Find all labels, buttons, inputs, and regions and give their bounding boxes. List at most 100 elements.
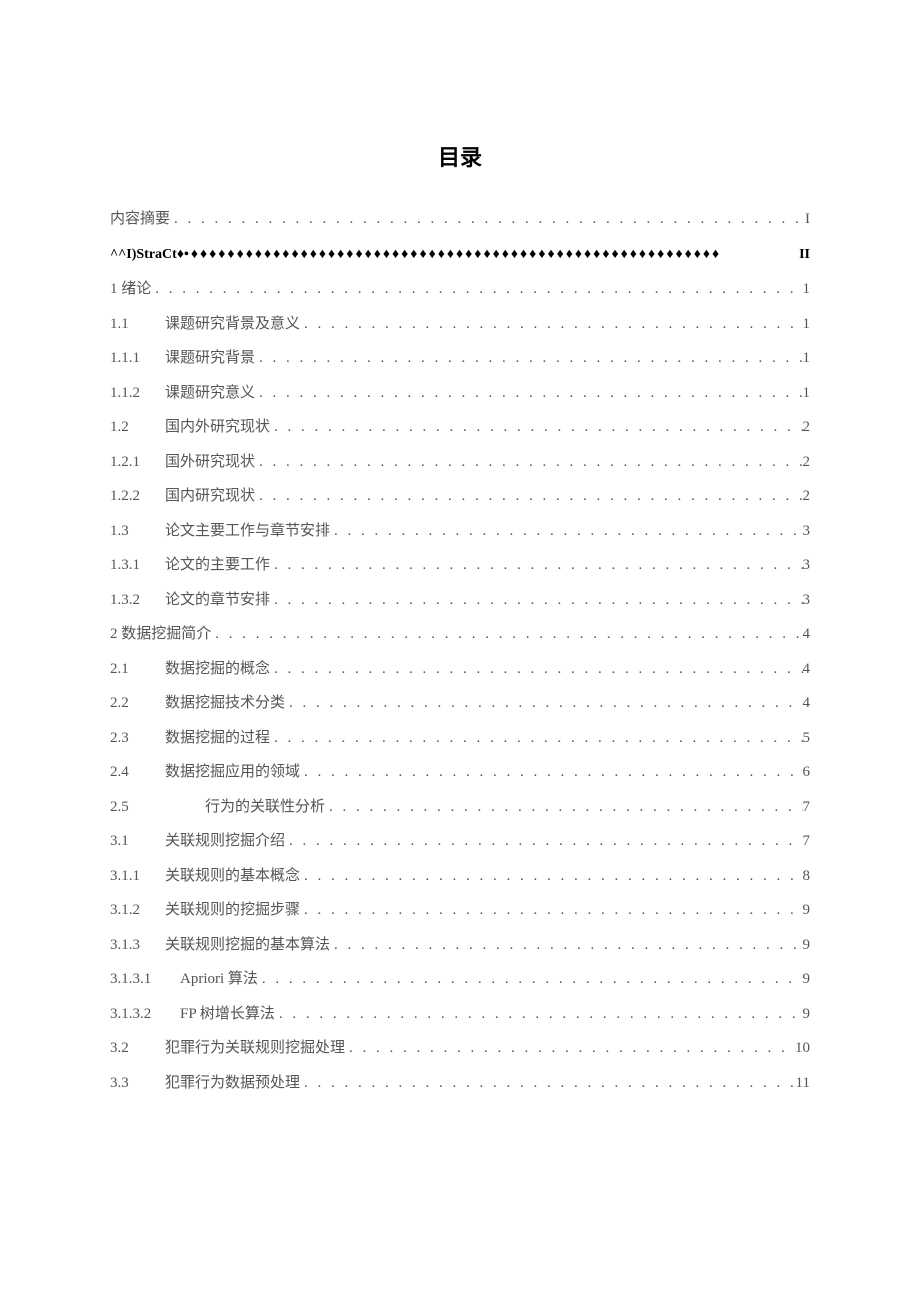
toc-entry-number: 3.3 <box>110 1076 165 1091</box>
toc-page-number: 7 <box>803 834 811 849</box>
toc-entry-label: 国外研究现状 <box>165 455 255 470</box>
toc-page-number: 4 <box>803 696 811 711</box>
toc-page-number: 9 <box>803 972 811 987</box>
toc-entry-number: 1.2 <box>110 420 165 435</box>
toc-entry: 1.1课题研究背景及意义. . . . . . . . . . . . . . … <box>110 317 810 332</box>
toc-page-number: 6 <box>803 765 811 780</box>
toc-entry-label: 行为的关联性分析 <box>165 800 325 815</box>
toc-leader: . . . . . . . . . . . . . . . . . . . . … <box>300 317 802 332</box>
toc-entry-label: 犯罪行为数据预处理 <box>165 1076 300 1091</box>
toc-title: 目录 <box>110 140 810 172</box>
toc-entry-label: 论文的章节安排 <box>165 593 270 608</box>
toc-entry: 3.1.2关联规则的挖掘步骤. . . . . . . . . . . . . … <box>110 903 810 918</box>
toc-entry-label: 数据挖掘应用的领域 <box>165 765 300 780</box>
toc-leader: . . . . . . . . . . . . . . . . . . . . … <box>255 351 802 366</box>
toc-leader: . . . . . . . . . . . . . . . . . . . . … <box>285 834 802 849</box>
toc-entry: 1.1.1课题研究背景. . . . . . . . . . . . . . .… <box>110 351 810 366</box>
toc-entry-number: 2.4 <box>110 765 165 780</box>
toc-entry-label: 课题研究背景 <box>165 351 255 366</box>
toc-page-number: 3 <box>803 524 811 539</box>
toc-leader: . . . . . . . . . . . . . . . . . . . . … <box>255 386 802 401</box>
toc-entry-number: 3.1.3 <box>110 938 165 953</box>
toc-entry-label: 论文的主要工作 <box>165 558 270 573</box>
toc-leader: . . . . . . . . . . . . . . . . . . . . … <box>345 1041 795 1056</box>
toc-leader: . . . . . . . . . . . . . . . . . . . . … <box>300 869 802 884</box>
toc-leader: . . . . . . . . . . . . . . . . . . . . … <box>255 455 802 470</box>
toc-entry: 1.3论文主要工作与章节安排. . . . . . . . . . . . . … <box>110 524 810 539</box>
toc-entry: 2.5行为的关联性分析. . . . . . . . . . . . . . .… <box>110 800 810 815</box>
toc-entry-number: 3.1.1 <box>110 869 165 884</box>
toc-entry-number: 1.2.2 <box>110 489 165 504</box>
toc-entry: 1 绪论. . . . . . . . . . . . . . . . . . … <box>110 282 810 297</box>
toc-page-number: I <box>805 212 810 227</box>
toc-entry: 2.4数据挖掘应用的领域. . . . . . . . . . . . . . … <box>110 765 810 780</box>
toc-leader: . . . . . . . . . . . . . . . . . . . . … <box>300 765 802 780</box>
toc-page-number: 11 <box>796 1076 810 1091</box>
toc-entry: 3.1.3关联规则挖掘的基本算法. . . . . . . . . . . . … <box>110 938 810 953</box>
toc-entry-label: 关联规则挖掘介绍 <box>165 834 285 849</box>
toc-leader: . . . . . . . . . . . . . . . . . . . . … <box>270 593 802 608</box>
toc-leader: . . . . . . . . . . . . . . . . . . . . … <box>170 212 805 227</box>
toc-leader: . . . . . . . . . . . . . . . . . . . . … <box>270 420 802 435</box>
toc-leader: . . . . . . . . . . . . . . . . . . . . … <box>300 1076 796 1091</box>
toc-entry-label: 关联规则的基本概念 <box>165 869 300 884</box>
toc-entry: 2.2数据挖掘技术分类. . . . . . . . . . . . . . .… <box>110 696 810 711</box>
toc-entry: 内容摘要. . . . . . . . . . . . . . . . . . … <box>110 212 810 227</box>
toc-entry-number: 2.2 <box>110 696 165 711</box>
toc-entry-label: Apriori 算法 <box>180 972 258 987</box>
toc-leader: . . . . . . . . . . . . . . . . . . . . … <box>255 489 802 504</box>
toc-page-number: 9 <box>803 903 811 918</box>
toc-entry-number: 1.3 <box>110 524 165 539</box>
toc-entry-number: 3.1 <box>110 834 165 849</box>
toc-entry-label: 课题研究背景及意义 <box>165 317 300 332</box>
abstract-page: II <box>799 247 810 263</box>
toc-entry-number: 2.1 <box>110 662 165 677</box>
toc-page-number: 4 <box>803 662 811 677</box>
toc-page-number: 3 <box>803 558 811 573</box>
toc-entry: 1.1.2课题研究意义. . . . . . . . . . . . . . .… <box>110 386 810 401</box>
toc-leader: . . . . . . . . . . . . . . . . . . . . … <box>285 696 802 711</box>
abstract-label: ^^I)StraCt♦• <box>110 247 189 263</box>
toc-page-number: 1 <box>803 351 811 366</box>
toc-page-number: 7 <box>803 800 811 815</box>
toc-entry-number: 1.1 <box>110 317 165 332</box>
toc-entry: 3.3犯罪行为数据预处理. . . . . . . . . . . . . . … <box>110 1076 810 1091</box>
toc-entry: 1.2.1国外研究现状. . . . . . . . . . . . . . .… <box>110 455 810 470</box>
toc-page-number: 4 <box>803 627 811 642</box>
page-container: 目录 内容摘要. . . . . . . . . . . . . . . . .… <box>0 0 920 1091</box>
toc-entry-label: 国内研究现状 <box>165 489 255 504</box>
toc-entry-label: 国内外研究现状 <box>165 420 270 435</box>
toc-leader: . . . . . . . . . . . . . . . . . . . . … <box>270 558 802 573</box>
toc-leader: . . . . . . . . . . . . . . . . . . . . … <box>325 800 802 815</box>
toc-entries: 1 绪论 . . . . . . . . . . . . . . . . . . … <box>110 282 810 1091</box>
toc-entry-label: 1 绪论 <box>110 282 151 297</box>
toc-entry-number: 2.5 <box>110 800 165 815</box>
toc-entry-number: 1.1.2 <box>110 386 165 401</box>
toc-entry-number: 1.1.1 <box>110 351 165 366</box>
toc-entry-number: 1.3.2 <box>110 593 165 608</box>
toc-entry: 3.1.3.1Apriori 算法. . . . . . . . . . . .… <box>110 972 810 987</box>
toc-entry: 3.1.1关联规则的基本概念. . . . . . . . . . . . . … <box>110 869 810 884</box>
toc-page-number: 1 <box>803 386 811 401</box>
toc-leader: . . . . . . . . . . . . . . . . . . . . … <box>330 938 802 953</box>
toc-entry-number: 3.1.2 <box>110 903 165 918</box>
toc-entry-number: 1.3.1 <box>110 558 165 573</box>
toc-entry-number: 3.2 <box>110 1041 165 1056</box>
toc-entry: 1.2国内外研究现状. . . . . . . . . . . . . . . … <box>110 420 810 435</box>
toc-entry-label: 数据挖掘的过程 <box>165 731 270 746</box>
toc-page-number: 9 <box>803 938 811 953</box>
toc-entry-number: 3.1.3.2 <box>110 1007 180 1022</box>
toc-page-number: 2 <box>803 420 811 435</box>
toc-entry: 1.3.1论文的主要工作. . . . . . . . . . . . . . … <box>110 558 810 573</box>
toc-entry-label: 课题研究意义 <box>165 386 255 401</box>
toc-page-number: 2 <box>803 489 811 504</box>
toc-pre-entries: 内容摘要. . . . . . . . . . . . . . . . . . … <box>110 212 810 227</box>
toc-leader: . . . . . . . . . . . . . . . . . . . . … <box>211 627 802 642</box>
toc-entry-label: 数据挖掘技术分类 <box>165 696 285 711</box>
toc-leader: . . . . . . . . . . . . . . . . . . . . … <box>270 662 802 677</box>
toc-page-number: 5 <box>803 731 811 746</box>
toc-leader: . . . . . . . . . . . . . . . . . . . . … <box>330 524 802 539</box>
toc-entry-label: FP 树增长算法 <box>180 1007 275 1022</box>
toc-entry-number: 2.3 <box>110 731 165 746</box>
abstract-leader: ♦♦♦♦♦♦♦♦♦♦♦♦♦♦♦♦♦♦♦♦♦♦♦♦♦♦♦♦♦♦♦♦♦♦♦♦♦♦♦♦… <box>189 247 799 263</box>
